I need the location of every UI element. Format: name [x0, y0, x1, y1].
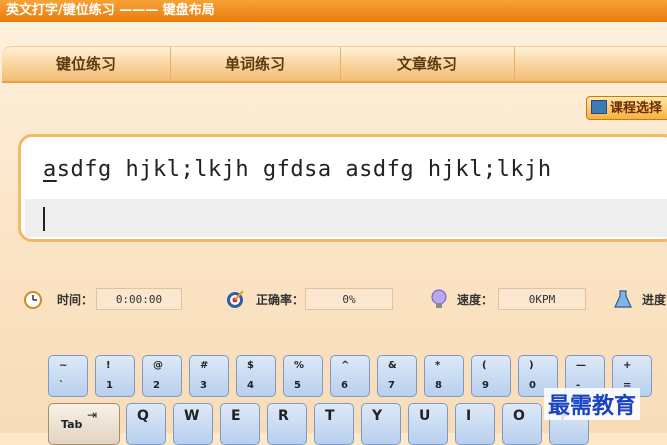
typing-input[interactable]	[25, 199, 667, 237]
tab-word-practice[interactable]: 单词练习	[170, 47, 341, 81]
key-char: I	[466, 408, 472, 424]
key-7[interactable]: & 7	[377, 355, 417, 397]
key-top-char: $	[247, 360, 254, 371]
course-select-label: 课程选择	[610, 101, 663, 116]
key-top-char: (	[482, 360, 487, 371]
key-bottom-char: `	[59, 380, 64, 391]
key-9[interactable]: ( 9	[471, 355, 511, 397]
key-top-char: ~	[59, 360, 68, 371]
key-char: Q	[137, 408, 149, 424]
key-e[interactable]: E	[220, 403, 260, 445]
speed-label: 速度：	[457, 293, 494, 307]
course-select-button[interactable]: 课程选择	[586, 96, 667, 120]
key-char: W	[184, 408, 200, 424]
tab-arrow-icon: ⇥	[87, 408, 98, 422]
progress-label: 进度	[642, 293, 667, 307]
flask-icon	[614, 290, 632, 308]
key-8[interactable]: * 8	[424, 355, 464, 397]
key-q[interactable]: Q	[126, 403, 166, 445]
key-bottom-char: 7	[388, 380, 395, 391]
watermark-text: 最需教育	[544, 388, 641, 420]
window-title: 英文打字/键位练习 ——— 键盘布局	[0, 0, 667, 22]
key-top-char: +	[623, 360, 632, 371]
book-icon	[591, 100, 607, 114]
typing-area: asdfg hjkl;lkjh gfdsa asdfg hjkl;lkjh	[18, 134, 667, 242]
key-u[interactable]: U	[408, 403, 448, 445]
clock-icon	[24, 291, 42, 309]
stats-bar: 时间： 0:00:00 正确率： 0% 速度： 0KPM 进度	[0, 286, 667, 316]
key-3[interactable]: # 3	[189, 355, 229, 397]
key-bottom-char: 0	[529, 380, 536, 391]
key-char: E	[231, 408, 241, 424]
key-backtick[interactable]: ~ `	[48, 355, 88, 397]
key-i[interactable]: I	[455, 403, 495, 445]
key-4[interactable]: $ 4	[236, 355, 276, 397]
accuracy-value: 0%	[305, 288, 393, 310]
key-top-char: )	[529, 360, 534, 371]
key-bottom-char: 8	[435, 380, 442, 391]
key-bottom-char: 9	[482, 380, 489, 391]
key-top-char: @	[153, 360, 163, 371]
key-top-char: ^	[341, 360, 350, 371]
key-char: U	[419, 408, 431, 424]
key-o[interactable]: O	[502, 403, 542, 445]
key-r[interactable]: R	[267, 403, 307, 445]
key-top-char: *	[435, 360, 441, 371]
key-t[interactable]: T	[314, 403, 354, 445]
key-tab-label: Tab	[61, 418, 83, 431]
key-char: Y	[372, 408, 383, 424]
key-tab[interactable]: Tab ⇥	[48, 403, 120, 445]
tab-bar: 键位练习 单词练习 文章练习	[2, 46, 667, 83]
key-bottom-char: 5	[294, 380, 301, 391]
speed-value: 0KPM	[498, 288, 586, 310]
tab-article-practice[interactable]: 文章练习	[340, 47, 515, 81]
key-bottom-char: 6	[341, 380, 348, 391]
key-top-char: %	[294, 360, 305, 371]
key-5[interactable]: % 5	[283, 355, 323, 397]
key-bottom-char: 3	[200, 380, 207, 391]
key-top-char: !	[106, 360, 111, 371]
time-label: 时间：	[57, 293, 94, 307]
key-bottom-char: 1	[106, 380, 113, 391]
key-top-char: #	[200, 360, 209, 371]
target-icon	[227, 290, 244, 308]
time-value: 0:00:00	[96, 288, 182, 310]
key-w[interactable]: W	[173, 403, 213, 445]
key-char: R	[278, 408, 289, 424]
key-bottom-char: 2	[153, 380, 160, 391]
key-y[interactable]: Y	[361, 403, 401, 445]
remaining-text: sdfg hjkl;lkjh gfdsa asdfg hjkl;lkjh	[56, 157, 552, 182]
key-6[interactable]: ^ 6	[330, 355, 370, 397]
key-1[interactable]: ! 1	[95, 355, 135, 397]
key-top-char: —	[576, 360, 586, 371]
practice-text: asdfg hjkl;lkjh gfdsa asdfg hjkl;lkjh	[43, 157, 552, 182]
tab-key-practice[interactable]: 键位练习	[2, 47, 171, 81]
tab-blank[interactable]	[514, 47, 667, 81]
key-top-char: &	[388, 360, 397, 371]
text-caret	[43, 207, 45, 231]
accuracy-label: 正确率：	[256, 293, 305, 307]
key-char: O	[513, 408, 525, 424]
key-char: T	[325, 408, 335, 424]
current-char: a	[43, 157, 57, 182]
lightbulb-icon	[431, 289, 447, 308]
key-2[interactable]: @ 2	[142, 355, 182, 397]
key-bottom-char: 4	[247, 380, 254, 391]
